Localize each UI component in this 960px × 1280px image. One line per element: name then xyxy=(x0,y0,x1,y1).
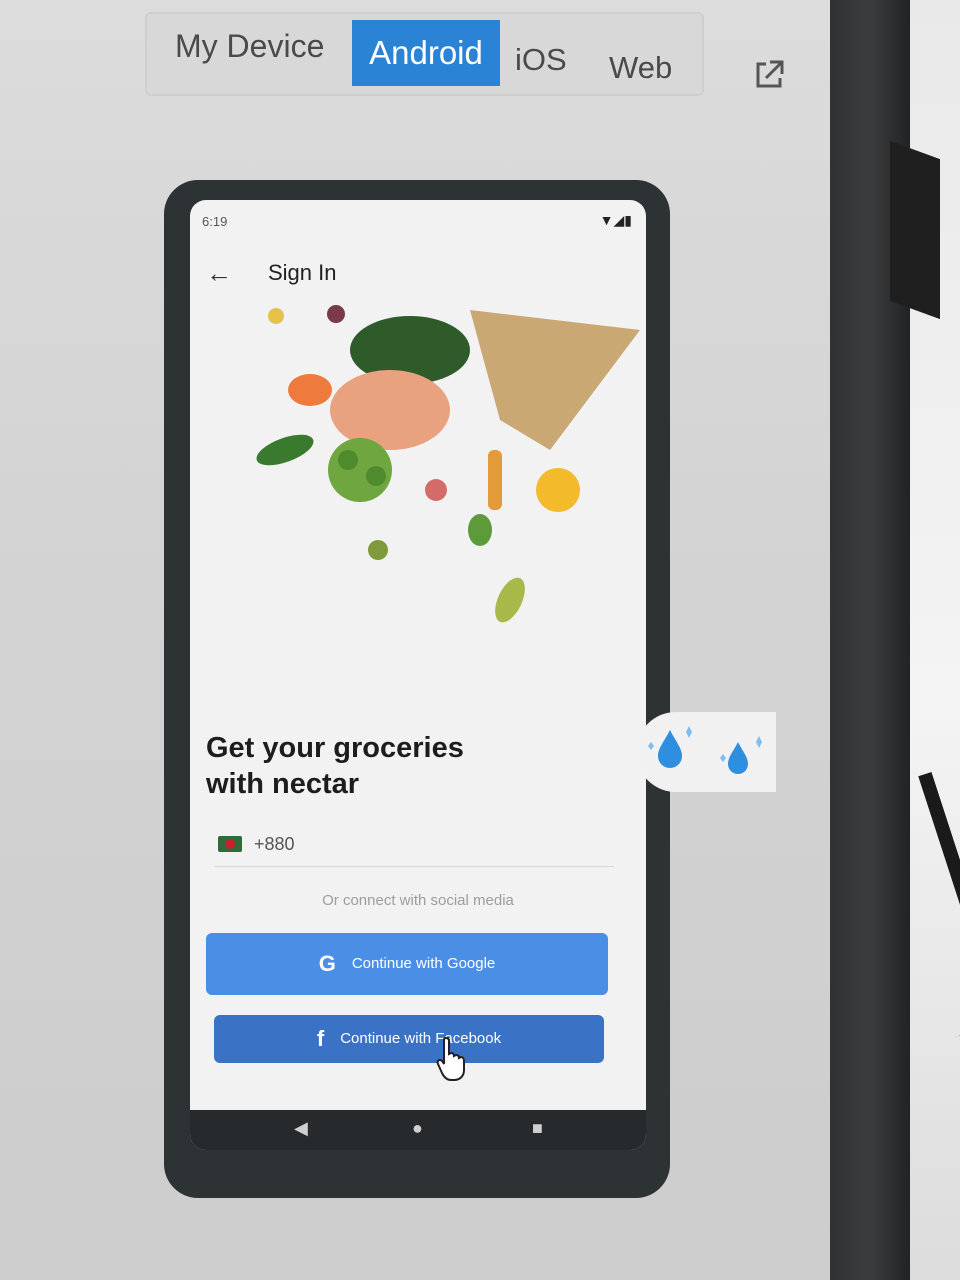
tab-android[interactable]: Android xyxy=(352,20,500,86)
headline-line-2: with nectar xyxy=(206,768,360,800)
tab-ios[interactable]: iOS xyxy=(515,42,567,78)
nav-back-icon[interactable]: ◀ xyxy=(294,1118,308,1139)
headline: Get your groceries with nectar xyxy=(206,730,464,802)
screen-title: Sign In xyxy=(268,260,337,285)
monitor-screen: My Device Android iOS Web 6:19 ▼◢▮ ← Sig… xyxy=(0,0,830,1280)
water-drop-badge xyxy=(636,712,776,792)
status-time: 6:19 xyxy=(202,214,228,229)
continue-with-google-button[interactable]: G Continue with Google xyxy=(206,933,608,995)
nav-recents-icon[interactable]: ■ xyxy=(532,1118,543,1139)
android-nav-bar: ◀ ● ■ xyxy=(190,1110,646,1150)
platform-tabs: My Device Android iOS Web xyxy=(145,12,704,96)
google-button-label: Continue with Google xyxy=(351,955,496,973)
device-screen: 6:19 ▼◢▮ ← Sign In Get your groceries wi… xyxy=(190,200,646,1150)
monitor-stand xyxy=(890,140,940,320)
phone-number-field[interactable]: +880 xyxy=(214,832,614,867)
facebook-icon: f xyxy=(316,1026,325,1052)
status-icons: ▼◢▮ xyxy=(599,212,632,228)
tab-my-device[interactable]: My Device xyxy=(175,28,324,65)
hand-cursor-icon xyxy=(436,1036,465,1081)
country-code: +880 xyxy=(254,834,295,854)
social-divider-text: Or connect with social media xyxy=(322,892,514,909)
android-device-frame: 6:19 ▼◢▮ ← Sign In Get your groceries wi… xyxy=(164,180,670,1198)
tab-web[interactable]: Web xyxy=(609,50,672,86)
facebook-button-label: Continue with Facebook xyxy=(340,1030,502,1048)
continue-with-facebook-button[interactable]: f Continue with Facebook xyxy=(214,1015,604,1063)
water-drop-icon xyxy=(648,726,762,774)
google-icon: G xyxy=(318,951,336,977)
groceries-hero-image xyxy=(256,305,640,623)
nav-home-icon[interactable]: ● xyxy=(412,1118,423,1139)
back-arrow-icon[interactable]: ← xyxy=(206,258,232,289)
headline-line-1: Get your groceries xyxy=(206,732,464,764)
open-external-icon[interactable] xyxy=(752,58,786,92)
bangladesh-flag-icon xyxy=(218,836,242,852)
